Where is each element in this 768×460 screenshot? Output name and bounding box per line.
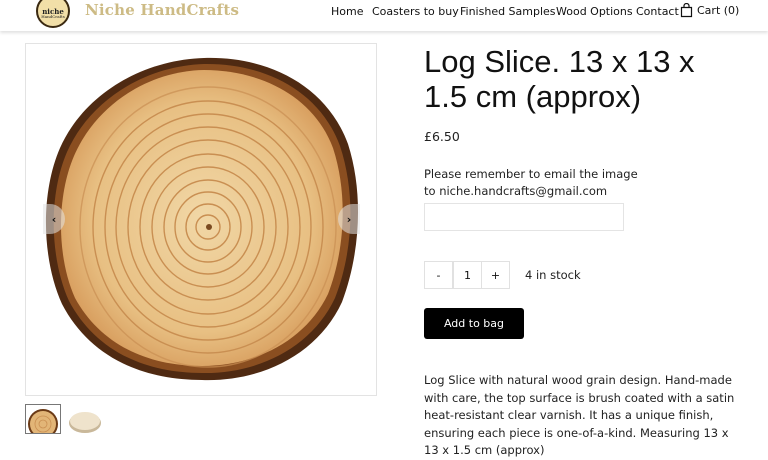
chevron-right-icon: ›: [346, 212, 352, 226]
thumbnail-1[interactable]: [25, 404, 61, 434]
chevron-left-icon: ‹: [51, 212, 57, 226]
nav-finished-samples[interactable]: Finished Samples: [460, 5, 556, 18]
product-title: Log Slice. 13 x 13 x 1.5 cm (approx): [424, 44, 695, 114]
quantity-input[interactable]: 1: [453, 261, 482, 289]
logo-subtext: HandCrafts: [41, 13, 65, 19]
site-header: niche HandCrafts Niche HandCrafts Home C…: [0, 0, 768, 31]
add-to-bag-button[interactable]: Add to bag: [424, 308, 524, 339]
thumbnail-coaster: [69, 412, 101, 433]
thumbnail-log-slice: [28, 409, 58, 433]
logo-badge[interactable]: niche HandCrafts: [36, 0, 70, 28]
product-image-frame: [25, 43, 377, 396]
nav-wood-options[interactable]: Wood Options: [556, 5, 633, 18]
custom-text-input[interactable]: [424, 203, 624, 231]
nav-home[interactable]: Home: [331, 5, 363, 18]
gallery-next-button[interactable]: ›: [338, 204, 360, 234]
quantity-increase-button[interactable]: +: [481, 261, 510, 289]
cart-label: Cart: [697, 4, 721, 17]
cart-icon[interactable]: [680, 3, 693, 18]
thumbnail-2[interactable]: [67, 404, 103, 434]
email-note: Please remember to email the image to ni…: [424, 167, 638, 198]
cart-count: (0): [723, 4, 740, 17]
quantity-decrease-button[interactable]: -: [424, 261, 453, 289]
product-description: Log Slice with natural wood grain design…: [424, 373, 735, 457]
log-slice-image[interactable]: [26, 44, 378, 397]
product-price: £6.50: [424, 129, 460, 144]
cart-link[interactable]: Cart (0): [697, 4, 739, 17]
stock-status: 4 in stock: [525, 268, 581, 282]
nav-contact[interactable]: Contact: [636, 5, 679, 18]
nav-coasters-to-buy[interactable]: Coasters to buy: [372, 5, 459, 18]
brand-name[interactable]: Niche HandCrafts: [85, 1, 239, 19]
